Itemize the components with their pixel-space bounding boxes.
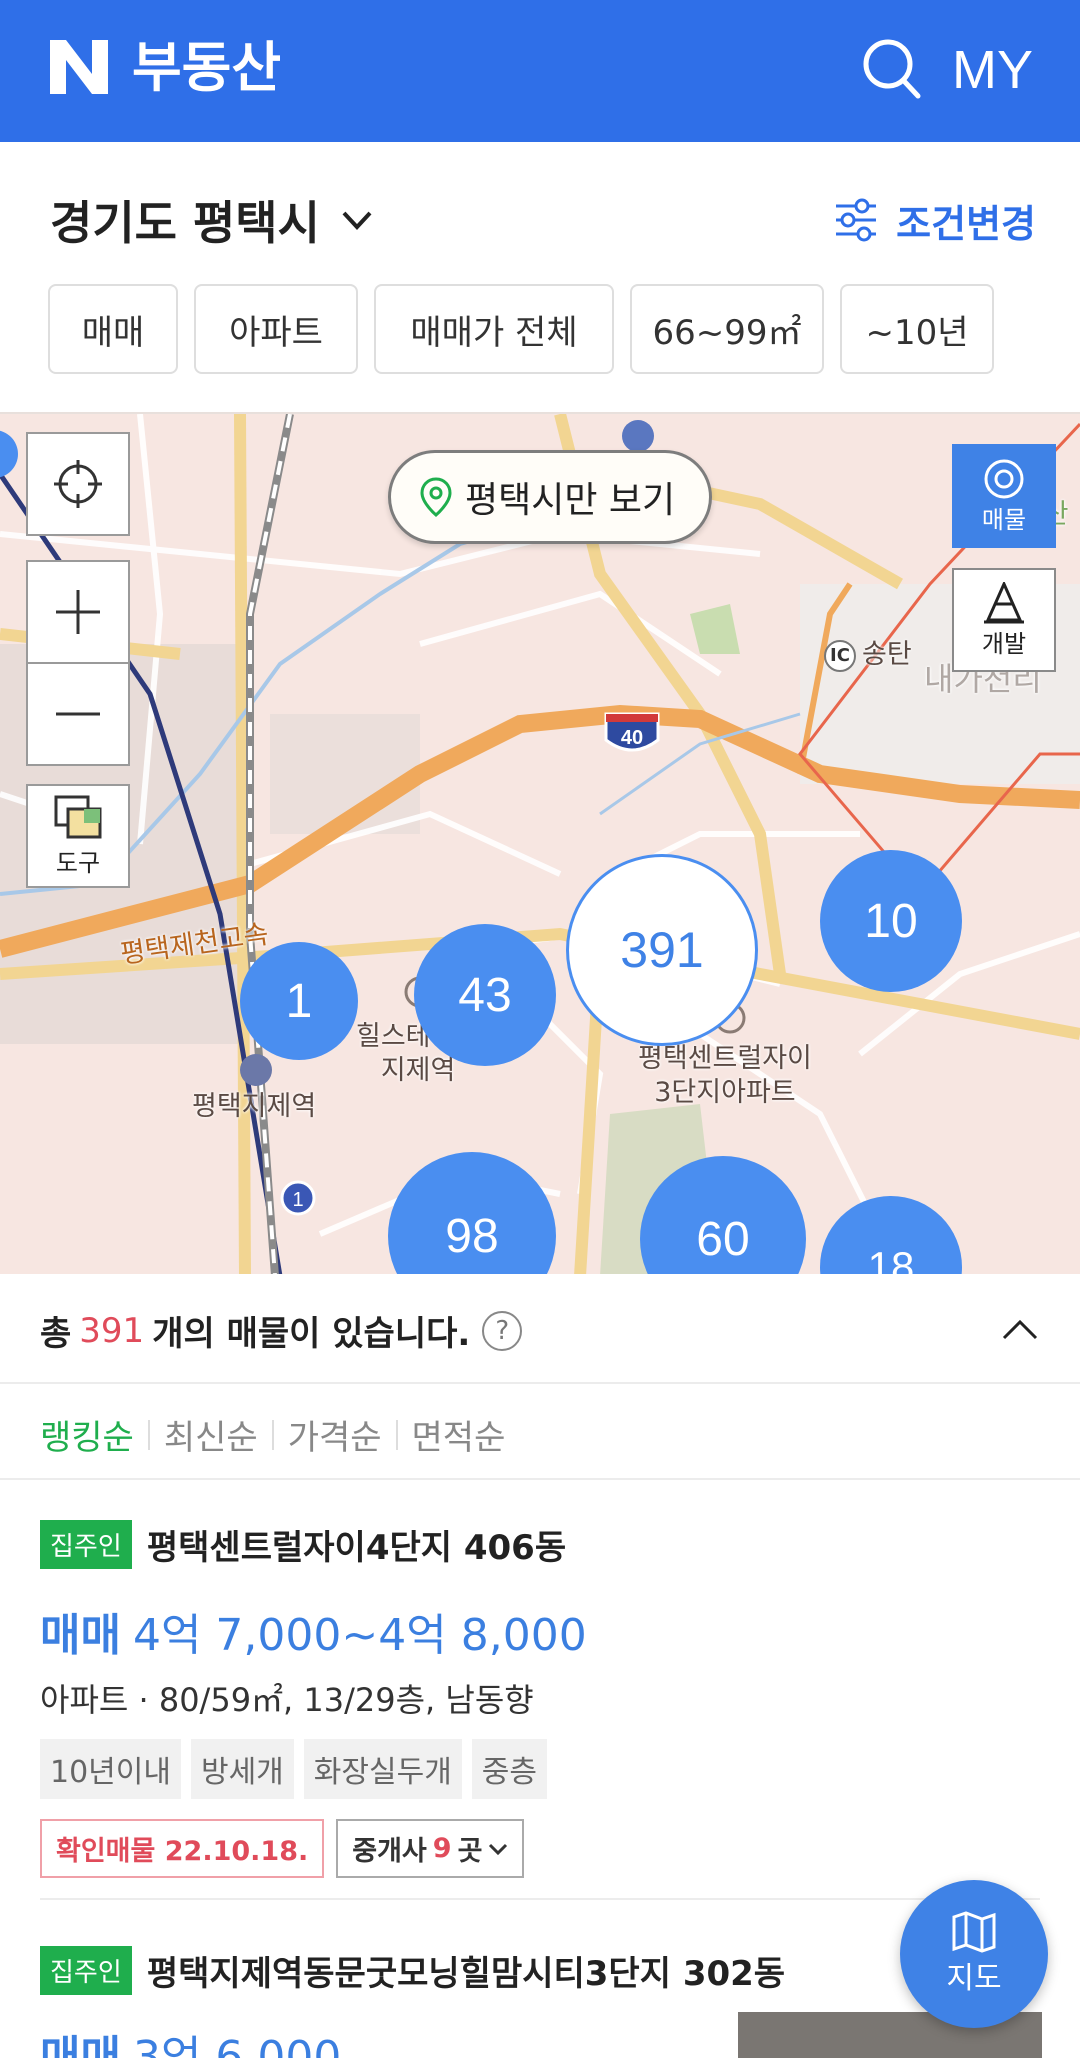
chevron-up-icon[interactable]: [1000, 1310, 1040, 1350]
listing-cluster-selected[interactable]: 391: [566, 854, 758, 1046]
trade-type: 매매: [40, 2032, 121, 2058]
minus-icon: [56, 712, 100, 716]
plus-icon: [56, 590, 100, 634]
layer-listings-button[interactable]: 매물: [952, 444, 1056, 548]
sort-latest[interactable]: 최신순: [150, 1410, 272, 1459]
listing-spec: 아파트 · 80/59㎡, 13/29층, 남동향: [40, 1681, 534, 1719]
crosshair-icon: [54, 460, 102, 508]
ic-label-songtan: 송탄: [862, 639, 912, 670]
filter-chips: 매매 아파트 매매가 전체 66~99㎡ ~10년: [48, 284, 994, 374]
filter-sliders-icon: [836, 198, 877, 242]
divider: [0, 1478, 1080, 1480]
summary-text: 총 391 개의 매물이 있습니다. ?: [40, 1306, 523, 1355]
agents-dropdown[interactable]: 중개사 9 곳: [336, 1819, 525, 1878]
listing-meta: 확인매물 22.10.18. 중개사 9 곳: [40, 1819, 1040, 1878]
divider: [40, 1898, 1040, 1900]
agents-count: 9: [432, 1833, 452, 1864]
summary-count: 391: [79, 1310, 145, 1351]
route-40-number: 40: [621, 727, 643, 749]
listing-title: 평택지제역동문굿모닝힐맘시티3단지 302동: [146, 1954, 786, 1994]
help-icon[interactable]: ?: [482, 1310, 523, 1351]
filter-age[interactable]: ~10년: [840, 284, 994, 374]
listing-tags: 10년이내 방세개 화장실두개 중층: [40, 1739, 1040, 1799]
station-label-jije: 평택지제역: [192, 1091, 317, 1122]
filter-property-type[interactable]: 아파트: [194, 284, 358, 374]
price-value: 4억 7,000~4억 8,000: [132, 1610, 587, 1661]
map-view[interactable]: 40 1 평택제천고속 힐스테이트 지제역 평택지제역 평택센트럴자이 3단지아…: [0, 412, 1080, 1274]
tools-label: 도구: [55, 848, 101, 877]
region-selector[interactable]: 경기도 평택시: [50, 180, 374, 260]
trade-type: 매매: [40, 1610, 121, 1661]
region-name: 경기도 평택시: [50, 196, 320, 250]
listing-tag: 10년이내: [40, 1739, 181, 1799]
sort-price[interactable]: 가격순: [274, 1410, 396, 1459]
naver-n-logo[interactable]: [50, 38, 108, 96]
tools-layers-icon: [54, 795, 102, 838]
map-icon: [952, 1911, 996, 1953]
map-tools-button[interactable]: 도구: [26, 784, 130, 888]
ic-badge-icon: IC: [824, 640, 856, 672]
filter-trade-type[interactable]: 매매: [48, 284, 178, 374]
sort-options: 랭킹순 최신순 가격순 면적순: [40, 1410, 519, 1459]
zoom-in-button[interactable]: [26, 560, 130, 664]
filter-price[interactable]: 매매가 전체: [374, 284, 614, 374]
change-conditions-button[interactable]: 조건변경: [834, 188, 1036, 252]
listing-tag: 중층: [471, 1739, 547, 1799]
verified-listing-badge: 확인매물 22.10.18.: [40, 1819, 325, 1878]
listing-tag: 화장실두개: [303, 1739, 462, 1799]
current-location-button[interactable]: [26, 432, 130, 536]
listing-tag: 방세개: [190, 1739, 294, 1799]
app-header: 부동산 MY: [0, 0, 1080, 142]
map-toggle-label: 지도: [946, 1961, 1002, 1996]
owner-badge: 집주인: [40, 1520, 132, 1569]
restrict-city-label: 평택시만 보기: [465, 480, 676, 521]
listing-summary: 총 391 개의 매물이 있습니다. ?: [0, 1274, 1080, 1384]
sort-ranking[interactable]: 랭킹순: [40, 1410, 148, 1459]
change-conditions-label: 조건변경: [896, 201, 1036, 246]
my-button[interactable]: MY: [952, 30, 1033, 110]
agents-prefix: 중개사: [352, 1836, 427, 1867]
chevron-down-icon: [342, 211, 372, 230]
restrict-city-button[interactable]: 평택시만 보기: [388, 450, 713, 544]
listing-cluster[interactable]: 10: [820, 850, 962, 992]
location-pin-icon: [420, 477, 452, 517]
filter-area[interactable]: 66~99㎡: [630, 284, 824, 374]
brand-title[interactable]: 부동산: [132, 28, 281, 108]
listing-price: 매매 4억 7,000~4억 8,000: [40, 1599, 1040, 1663]
map-toggle-button[interactable]: 지도: [900, 1880, 1048, 2028]
sort-area[interactable]: 면적순: [398, 1410, 520, 1459]
listing-cluster[interactable]: 43: [414, 924, 556, 1066]
layer-listings-label: 매물: [981, 505, 1027, 534]
listing-item[interactable]: 집주인 평택센트럴자이4단지 406동 매매 4억 7,000~4억 8,000 …: [40, 1520, 1040, 1878]
agents-suffix: 곳: [457, 1836, 483, 1867]
summary-prefix: 총: [40, 1314, 72, 1354]
listing-title: 평택센트럴자이4단지 406동: [146, 1528, 567, 1568]
layer-development-label: 개발: [981, 629, 1027, 658]
listing-cluster[interactable]: 1: [240, 942, 358, 1060]
chevron-down-icon: [489, 1843, 508, 1855]
search-icon[interactable]: [860, 34, 924, 106]
route-1-number: 1: [292, 1189, 303, 1211]
summary-suffix: 개의 매물이 있습니다.: [152, 1314, 471, 1354]
zoom-out-button[interactable]: [26, 662, 130, 766]
target-icon: [984, 459, 1024, 498]
layer-development-button[interactable]: 개발: [952, 568, 1056, 672]
owner-badge: 집주인: [40, 1946, 132, 1995]
apartment-label: 평택센트럴자이 3단지아파트: [638, 1043, 812, 1108]
cone-icon: [984, 581, 1024, 623]
price-value: 3억 6,000: [132, 2032, 342, 2058]
